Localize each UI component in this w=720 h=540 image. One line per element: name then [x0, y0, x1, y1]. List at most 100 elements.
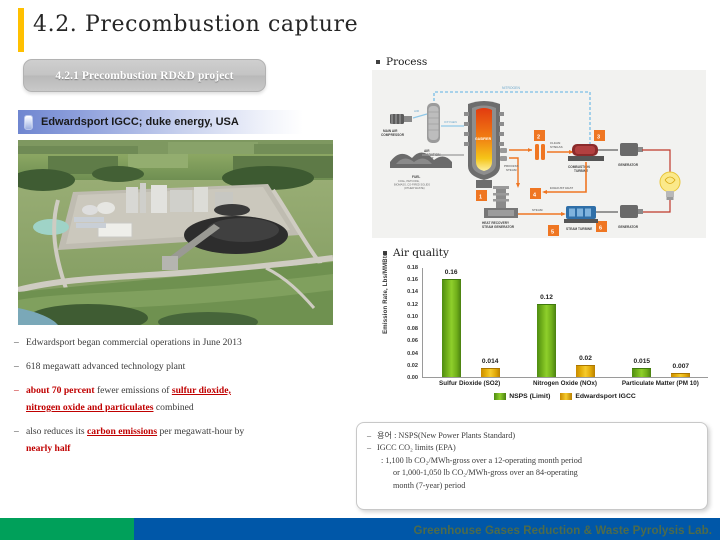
bullet-text: also reduces its carbon emissions per me…	[26, 425, 245, 437]
svg-text:(OTHER WASTE): (OTHER WASTE)	[404, 186, 425, 190]
legend-item: NSPS (Limit)	[494, 393, 550, 400]
svg-text:5: 5	[551, 230, 554, 236]
process-diagram-svg: NITROGEN MAIN AIR COMPRESSOR AIR AIR SEP…	[372, 70, 706, 238]
bullet-continuation-text: nearly half	[26, 442, 71, 454]
svg-text:GENERATOR: GENERATOR	[618, 225, 639, 229]
svg-text:STEAM GENERATOR: STEAM GENERATOR	[482, 225, 515, 229]
y-tick-label: 0.02	[407, 362, 418, 369]
bullet-item: – also reduces its carbon emissions per m…	[14, 425, 354, 439]
y-tick-label: 0.00	[407, 375, 418, 381]
bar-group: 0.12 0.02	[518, 268, 613, 377]
bullet-dash-icon: –	[14, 384, 19, 396]
bullet-item: –618 megawatt advanced technology plant	[14, 360, 354, 374]
callout-line: month (7-year) period	[393, 480, 466, 490]
bar-value-label: 0.16	[444, 269, 458, 277]
x-tick-label: Nitrogen Oxide (NOx)	[532, 380, 597, 387]
subsection-label: 4.2.1 Precombustion RD&D project	[55, 69, 234, 82]
chart-plot-area: 0.16 0.014 0.12 0.02 0.015 0.007	[422, 268, 708, 378]
subsection-label-box: 4.2.1 Precombustion RD&D project	[23, 59, 266, 92]
bullet-dash-icon: –	[14, 425, 19, 437]
y-tick-label: 0.10	[407, 313, 418, 320]
svg-text:STEAM TURBINE: STEAM TURBINE	[566, 227, 592, 231]
bullet-item: – Edwardsport began commercial operations…	[14, 336, 354, 350]
air-quality-section-heading: Air quality	[383, 247, 449, 259]
svg-text:SYNGAS: SYNGAS	[550, 145, 563, 149]
callout-text: 용어 : NSPS(New Power Plants Standard)	[377, 431, 516, 440]
svg-text:AIR: AIR	[414, 109, 420, 113]
bullet-continuation-text: nitrogen oxide and particulates combined	[26, 401, 194, 413]
legend-label: NSPS (Limit)	[509, 393, 551, 400]
x-tick-label: Particulate Matter (PM 10)	[621, 380, 699, 387]
bar-value-label: 0.12	[540, 293, 553, 301]
project-title-bar: Edwardsport IGCC; duke energy, USA	[18, 110, 303, 134]
chart-bar: 0.02	[575, 355, 595, 377]
chart-bar: 0.007	[671, 363, 691, 377]
aerial-photo-svg	[18, 140, 333, 325]
svg-text:EXHAUST HEAT: EXHAUST HEAT	[550, 186, 573, 190]
svg-text:OXYGEN: OXYGEN	[444, 120, 457, 124]
svg-text:2: 2	[537, 135, 540, 141]
bullet-text: Edwardsport began commercial operations …	[26, 337, 242, 348]
svg-text:COMPRESSOR: COMPRESSOR	[381, 133, 405, 137]
legend-swatch	[560, 393, 573, 400]
y-tick-label: 0.12	[407, 301, 418, 308]
svg-text:NITROGEN: NITROGEN	[502, 86, 520, 90]
bar-value-label: 0.007	[672, 362, 690, 370]
y-tick-label: 0.08	[407, 326, 418, 333]
chart-bar: 0.014	[480, 358, 500, 377]
chart-bar: 0.16	[441, 269, 461, 377]
svg-text:FUEL: FUEL	[412, 175, 420, 179]
svg-text:GENERATOR: GENERATOR	[618, 163, 639, 167]
chart-bar: 0.12	[536, 294, 556, 377]
callout-line: : 1,100 lb CO₂/MWh-gross over a 12-opera…	[381, 455, 582, 465]
svg-text:1: 1	[479, 195, 482, 201]
left-bullet-list: – Edwardsport began commercial operations…	[14, 336, 354, 465]
page-title: 4.2. Precombustion capture	[33, 12, 359, 37]
footer-green-band	[0, 518, 134, 540]
air-quality-heading-label: Air quality	[393, 247, 449, 259]
legend-swatch	[494, 393, 507, 400]
square-bullet-icon	[376, 60, 380, 64]
terminology-callout-box: – 용어 : NSPS(New Power Plants Standard) – IG…	[356, 422, 708, 510]
igcc-process-diagram: NITROGEN MAIN AIR COMPRESSOR AIR AIR SEP…	[372, 70, 706, 238]
callout-line: or 1,000-1,050 lb CO₂/MWh-gross over an …	[393, 468, 578, 478]
bar-value-label: 0.015	[633, 357, 651, 365]
callout-line: – IGCC CO₂ limits (EPA)	[367, 442, 697, 454]
y-tick-label: 0.04	[407, 350, 418, 357]
process-heading-label: Process	[386, 56, 428, 68]
svg-text:BIOMASS, CO-FIRED SOLIDS: BIOMASS, CO-FIRED SOLIDS	[394, 183, 430, 187]
callout-dash-icon: –	[367, 431, 372, 440]
svg-text:3: 3	[597, 135, 600, 141]
svg-text:COAL, PETCOKE,: COAL, PETCOKE,	[398, 179, 420, 183]
legend-item: Edwardsport IGCC	[560, 393, 636, 400]
bullet-text: about 70 percent fewer emissions of sulf…	[26, 384, 231, 396]
y-tick-label: 0.16	[407, 277, 418, 284]
bar-value-label: 0.02	[579, 354, 592, 362]
x-tick-label: Sulfur Dioxide (SO2)	[439, 380, 501, 387]
emissions-bar-chart: Emission Rate, Lbs/MMBtu 0.18 0.16 0.14 0.1…	[374, 252, 712, 410]
callout-dash-icon: –	[367, 443, 372, 453]
y-tick-label: 0.06	[407, 338, 418, 345]
bullet-dash-icon: –	[14, 360, 19, 372]
y-tick-label: 0.14	[407, 289, 418, 296]
title-accent-bar	[18, 8, 24, 52]
svg-text:6: 6	[599, 226, 602, 232]
bar-group: 0.015 0.007	[614, 268, 709, 377]
chart-bar: 0.015	[632, 358, 652, 377]
svg-text:STEAM: STEAM	[506, 168, 517, 172]
svg-text:GASIFIER: GASIFIER	[475, 137, 492, 141]
bullet-marker-icon	[24, 114, 33, 130]
chart-legend: NSPS (Limit) Edwardsport IGCC	[422, 393, 708, 400]
legend-label: Edwardsport IGCC	[575, 393, 636, 400]
bullet-dash-icon: –	[14, 337, 19, 348]
project-title-label: Edwardsport IGCC; duke energy, USA	[41, 116, 239, 128]
process-section-heading: Process	[376, 56, 427, 68]
chart-y-axis-label: Emission Rate, Lbs/MMBtu	[383, 252, 389, 334]
plant-aerial-photo	[18, 140, 333, 325]
bar-group: 0.16 0.014	[423, 268, 518, 377]
footer-lab-name: Greenhouse Gases Reduction & Waste Pyrol…	[413, 525, 712, 537]
callout-line: – 용어 : NSPS(New Power Plants Standard)	[367, 430, 697, 442]
bar-value-label: 0.014	[481, 358, 499, 366]
y-tick-label: 0.18	[407, 265, 418, 271]
bullet-item: – about 70 percent fewer emissions of sul…	[14, 384, 354, 398]
